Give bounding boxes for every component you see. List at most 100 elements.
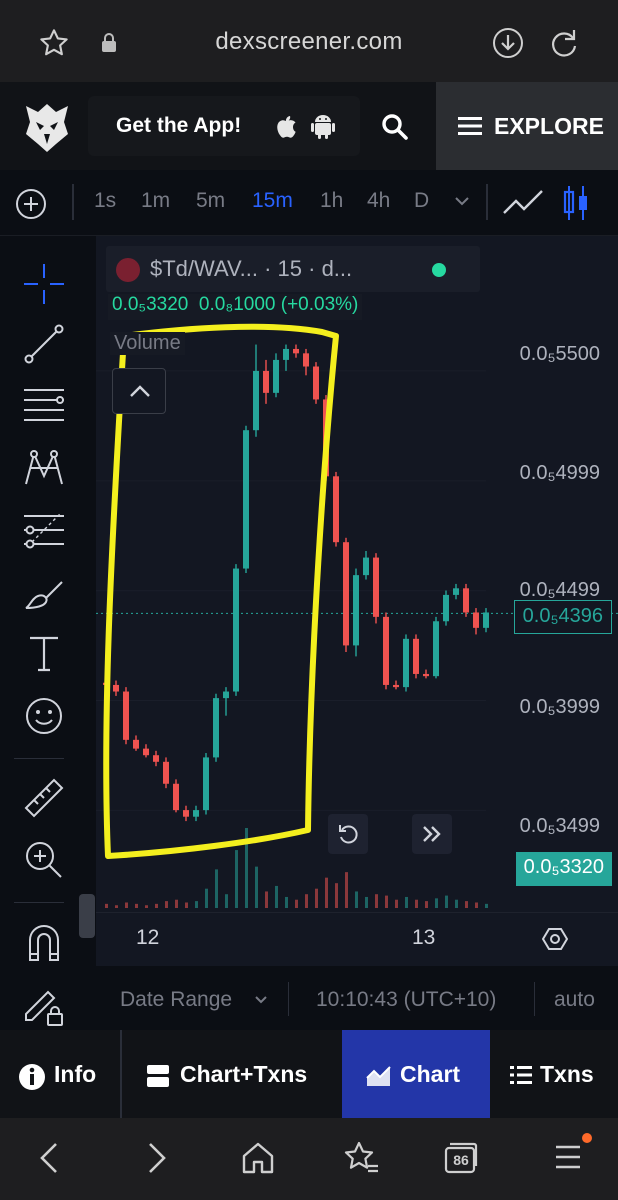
candle-body <box>143 748 149 756</box>
volume-bar <box>365 896 368 908</box>
interval-15m[interactable]: 15m <box>252 189 293 213</box>
volume-bar <box>315 888 318 908</box>
browser-top-bar: dexscreener.com <box>0 0 618 82</box>
time-axis-label: 13 <box>412 926 436 949</box>
volume-bar <box>415 899 418 908</box>
interval-4h[interactable]: 4h <box>367 189 390 213</box>
candle-body <box>313 366 319 400</box>
search-icon[interactable] <box>380 112 410 142</box>
price-chart[interactable]: $Td/WAV... · 15 · d... 0.0₅3320 0.0₈1000… <box>96 236 618 966</box>
candle-body <box>233 568 239 692</box>
candle-body <box>333 476 339 543</box>
tab-info[interactable]: Info <box>0 1030 120 1118</box>
volume-bar <box>105 903 108 908</box>
trend-line-icon[interactable] <box>22 322 66 366</box>
tab-txns[interactable]: Txns <box>490 1030 618 1118</box>
pattern-icon[interactable] <box>22 446 66 490</box>
candle-body <box>353 575 359 646</box>
volume-bar <box>135 903 138 908</box>
url-text[interactable]: dexscreener.com <box>0 28 618 56</box>
interval-1s[interactable]: 1s <box>94 189 116 213</box>
reload-icon[interactable] <box>547 26 581 60</box>
date-range-button[interactable]: Date Range <box>120 988 232 1012</box>
tab-chart[interactable]: Chart <box>342 1030 490 1118</box>
axis-settings-icon[interactable] <box>542 926 568 952</box>
collapse-legend-button[interactable] <box>112 368 166 414</box>
token-avatar <box>116 258 140 282</box>
candlestick-icon[interactable] <box>562 184 590 222</box>
brush-icon[interactable] <box>22 572 66 616</box>
area-chart-icon <box>366 1066 391 1086</box>
scroll-to-realtime-button[interactable] <box>412 814 452 854</box>
candle-body <box>483 612 489 628</box>
bookmarks-icon[interactable] <box>342 1140 380 1176</box>
status-divider <box>534 982 535 1016</box>
lock-drawings-icon[interactable] <box>22 984 66 1028</box>
candle-body <box>293 348 299 354</box>
symbol-legend[interactable]: $Td/WAV... · 15 · d... <box>106 246 480 292</box>
volume-bar <box>425 901 428 908</box>
candle-body <box>443 594 449 622</box>
volume-bar <box>295 899 298 908</box>
crosshair-icon[interactable] <box>22 262 66 306</box>
candle-body <box>273 359 279 393</box>
list-icon <box>510 1066 532 1084</box>
text-tool-icon[interactable] <box>22 632 66 676</box>
candle-body <box>193 810 199 817</box>
interval-5m[interactable]: 5m <box>196 189 225 213</box>
tab-chart-txns-label: Chart+Txns <box>180 1061 308 1087</box>
tabs-counter-button[interactable]: 86 <box>444 1140 478 1174</box>
reset-icon <box>339 825 358 844</box>
volume-bar <box>125 902 128 908</box>
volume-bar <box>205 888 208 908</box>
dexscreener-logo-icon[interactable] <box>22 100 72 154</box>
explore-button[interactable]: EXPLORE <box>436 82 618 170</box>
ruler-icon[interactable] <box>22 776 66 820</box>
horizontal-lines-icon[interactable] <box>22 384 66 428</box>
notification-badge <box>582 1133 592 1143</box>
magnet-icon[interactable] <box>22 922 66 966</box>
app-header: Get the App! EXPLORE <box>0 82 618 170</box>
forward-icon[interactable] <box>142 1140 170 1176</box>
candle-body <box>373 557 379 617</box>
interval-1h[interactable]: 1h <box>320 189 343 213</box>
download-icon[interactable] <box>491 26 525 60</box>
get-app-button[interactable]: Get the App! <box>88 96 360 156</box>
get-app-label: Get the App! <box>116 114 242 137</box>
home-icon[interactable] <box>240 1140 276 1176</box>
candle-body <box>183 810 189 817</box>
toolbar-collapse-handle[interactable] <box>79 894 95 938</box>
candle-body <box>253 370 259 431</box>
fib-retracement-icon[interactable] <box>22 508 66 552</box>
reset-chart-button[interactable] <box>328 814 368 854</box>
change-value: 0.0₈1000 (+0.03%) <box>198 294 359 315</box>
price-axis-label: 0.0₅3999 <box>519 696 600 718</box>
candle-body <box>403 638 409 688</box>
split-view-icon <box>147 1065 169 1087</box>
time-axis-label: 12 <box>136 926 160 949</box>
drawing-toolbar <box>0 236 96 1030</box>
interval-1m[interactable]: 1m <box>141 189 170 213</box>
zoom-in-icon[interactable] <box>22 838 66 882</box>
toolbar-divider <box>72 184 74 220</box>
emoji-icon[interactable] <box>22 694 66 738</box>
menu-icon[interactable] <box>554 1140 582 1174</box>
last-price-tag: 0.0₅3320 <box>515 852 612 886</box>
clock-timezone[interactable]: 10:10:43 (UTC+10) <box>316 988 496 1012</box>
tab-chart-txns[interactable]: Chart+Txns <box>122 1030 342 1118</box>
chevron-down-icon[interactable] <box>454 195 470 207</box>
double-chevron-right-icon <box>423 826 441 842</box>
back-icon[interactable] <box>36 1140 64 1176</box>
tool-separator <box>14 902 64 903</box>
line-chart-icon[interactable] <box>502 187 544 217</box>
tab-chart-label: Chart <box>400 1061 461 1087</box>
candle-body <box>173 783 179 811</box>
browser-nav-bar: 86 <box>0 1118 618 1200</box>
auto-scale-toggle[interactable]: auto <box>554 988 595 1012</box>
chevron-down-icon[interactable] <box>254 995 268 1005</box>
candle-body <box>413 638 419 674</box>
add-indicator-icon[interactable] <box>14 187 48 221</box>
interval-d[interactable]: D <box>414 189 429 213</box>
candle-body <box>283 348 289 360</box>
volume-bar <box>345 872 348 908</box>
